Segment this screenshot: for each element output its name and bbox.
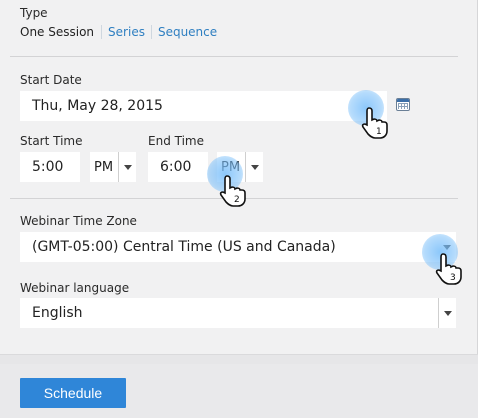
timezone-label: Webinar Time Zone <box>20 214 137 228</box>
start-date-label: Start Date <box>20 73 82 87</box>
timezone-value: (GMT-05:00) Central Time (US and Canada) <box>32 239 336 255</box>
hand-cursor-icon: 2 <box>219 175 246 207</box>
section-divider <box>10 56 458 57</box>
start-time-input[interactable]: 5:00 <box>20 152 80 182</box>
timezone-select[interactable]: (GMT-05:00) Central Time (US and Canada) <box>20 232 456 262</box>
step-2-label: 2 <box>234 195 240 205</box>
end-time-value: 6:00 <box>160 159 192 175</box>
hand-cursor-icon: 3 <box>435 253 462 285</box>
type-option-series[interactable]: Series <box>101 25 151 39</box>
step-3-label: 3 <box>450 273 456 283</box>
type-selector: One Session Series Sequence <box>20 25 223 39</box>
webinar-schedule-panel: Type One Session Series Sequence Start D… <box>0 0 478 418</box>
language-value: English <box>32 305 83 321</box>
start-date-input[interactable]: Thu, May 28, 2015 <box>20 91 387 121</box>
chevron-down-icon[interactable] <box>438 298 456 328</box>
start-time-label: Start Time <box>20 134 83 148</box>
language-select[interactable]: English <box>20 298 456 328</box>
start-date-value: Thu, May 28, 2015 <box>32 98 163 114</box>
language-label: Webinar language <box>20 281 130 295</box>
chevron-down-icon[interactable] <box>118 152 136 182</box>
footer-divider <box>0 354 478 364</box>
type-option-one-session[interactable]: One Session <box>20 25 101 39</box>
start-ampm-select[interactable]: PM <box>90 152 136 182</box>
start-ampm-value: PM <box>94 159 114 175</box>
type-label: Type <box>20 6 48 20</box>
start-time-value: 5:00 <box>32 159 64 175</box>
schedule-button[interactable]: Schedule <box>20 378 126 408</box>
hand-cursor-icon: 1 <box>361 107 388 139</box>
calendar-icon[interactable] <box>396 98 410 111</box>
type-option-sequence[interactable]: Sequence <box>150 25 223 39</box>
step-1-label: 1 <box>376 127 382 137</box>
end-time-label: End Time <box>148 134 204 148</box>
end-time-input[interactable]: 6:00 <box>148 152 208 182</box>
